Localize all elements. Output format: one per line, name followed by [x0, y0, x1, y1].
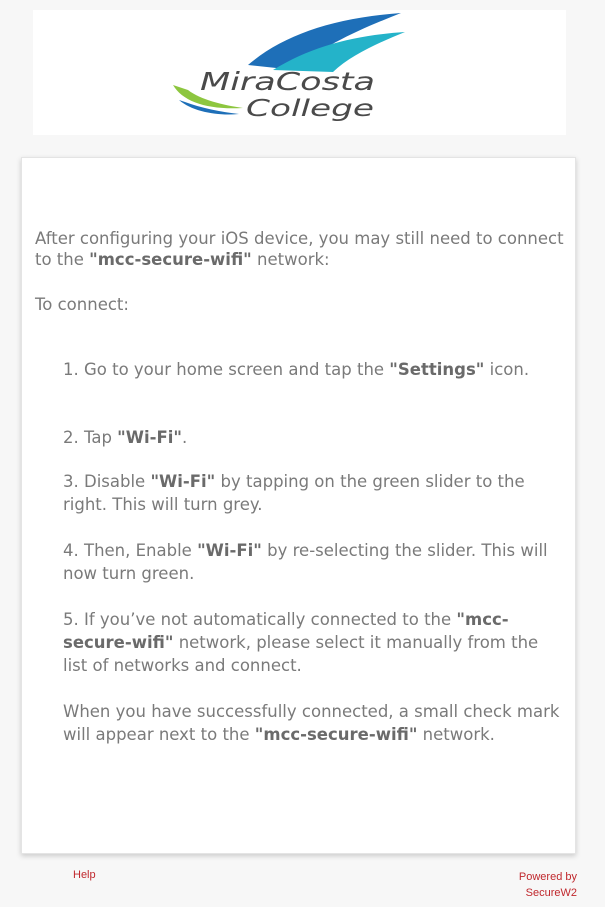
step-text: 3. Disable: [63, 472, 151, 491]
step-keyword: "Wi-Fi": [197, 541, 262, 560]
step-keyword: "Wi-Fi": [117, 428, 182, 447]
intro-text: After configuring your iOS device, you m…: [35, 228, 570, 270]
step-4: 4. Then, Enable "Wi-Fi" by re-selecting …: [63, 539, 563, 585]
step-1: 1. Go to your home screen and tap the "S…: [63, 358, 529, 381]
logo-banner: MiraCosta College: [33, 10, 566, 135]
page: MiraCosta College After configuring your…: [0, 0, 605, 907]
network-name: "mcc-secure-wifi": [89, 250, 252, 269]
securew2-label: SecureW2: [525, 887, 577, 899]
help-link[interactable]: Help: [73, 869, 96, 881]
powered-by-label: Powered by: [518, 871, 577, 883]
step-text: 2. Tap: [63, 428, 118, 447]
step-5: 5. If you’ve not automatically connected…: [63, 608, 563, 677]
step-text: icon.: [484, 360, 530, 379]
step-text: 4. Then, Enable: [63, 541, 198, 560]
step-keyword: "Settings": [389, 360, 485, 379]
miracosta-college-logo: MiraCosta College: [173, 13, 405, 122]
step-text: 1. Go to your home screen and tap the: [63, 360, 390, 379]
step-text: .: [182, 428, 188, 447]
step-2: 2. Tap "Wi-Fi".: [63, 426, 187, 449]
network-name: "mcc-secure-wifi": [254, 725, 418, 744]
closing-text: When you have successfully connected, a …: [63, 700, 563, 746]
closing-text-part: network.: [417, 725, 495, 744]
logo-text-miracosta: MiraCosta: [200, 67, 375, 96]
step-3: 3. Disable "Wi-Fi" by tapping on the gre…: [63, 470, 563, 516]
logo-text-college: College: [246, 96, 374, 122]
intro-text-part: network:: [251, 250, 330, 269]
to-connect-heading: To connect:: [35, 295, 129, 314]
step-keyword: "Wi-Fi": [150, 472, 216, 491]
powered-by-securew2-link[interactable]: Powered by SecureW2: [519, 869, 577, 901]
instructions-card: After configuring your iOS device, you m…: [21, 157, 576, 854]
step-text: 5. If you’ve not automatically connected…: [63, 610, 457, 629]
